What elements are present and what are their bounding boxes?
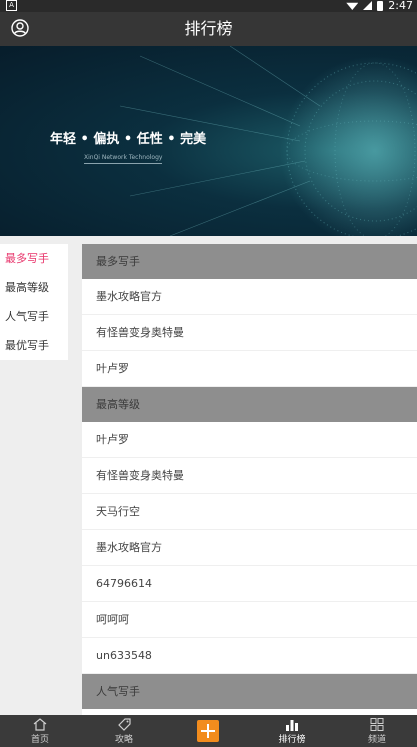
status-time: 2:47 <box>388 0 413 12</box>
battery-icon <box>377 0 384 11</box>
list-item[interactable]: 叶卢罗 <box>82 351 417 387</box>
tab-label: 攻略 <box>114 735 133 745</box>
banner-image[interactable]: 年轻 • 偏执 • 任性 • 完美 XinQi Network Technolo… <box>0 46 417 236</box>
list-item[interactable]: un633548 <box>82 638 417 674</box>
category-sidebar: 最多写手 最高等级 人气写手 最优写手 <box>0 244 68 360</box>
group-header: 人气写手 <box>82 674 417 709</box>
group-header: 最多写手 <box>82 244 417 279</box>
sidebar-item-best-writers[interactable]: 最优写手 <box>0 331 68 360</box>
ranking-list: 最多写手 墨水攻略官方 有怪兽变身奥特曼 叶卢罗 最高等级 叶卢罗 有怪兽变身奥… <box>82 244 417 715</box>
list-item[interactable]: 有怪兽变身奥特曼 <box>82 458 417 494</box>
grid-icon <box>370 718 384 731</box>
banner-subtitle: XinQi Network Technology <box>84 154 163 164</box>
notification-badge: A <box>6 0 17 11</box>
bar-chart-icon <box>286 720 298 731</box>
list-item[interactable]: 64796614 <box>82 566 417 602</box>
bottom-tab-bar: 首页 攻略 排行榜 频道 <box>0 715 417 747</box>
sidebar-item-most-writers[interactable]: 最多写手 <box>0 244 68 273</box>
tag-icon <box>118 718 131 731</box>
add-button[interactable] <box>197 720 219 742</box>
list-item[interactable]: 有怪兽变身奥特曼 <box>82 315 417 351</box>
list-item[interactable]: 墨水攻略官方 <box>82 279 417 315</box>
wifi-icon <box>346 2 359 10</box>
status-icons: 2:47 <box>346 0 413 12</box>
signal-icon <box>363 1 373 10</box>
list-item[interactable]: 呵呵呵 <box>82 602 417 638</box>
group-header: 最高等级 <box>82 387 417 422</box>
home-icon <box>33 718 47 731</box>
tab-home[interactable]: 首页 <box>10 715 70 747</box>
banner-title: 年轻 • 偏执 • 任性 • 完美 <box>50 132 207 147</box>
app-bar: 排行榜 <box>0 12 417 46</box>
tab-label: 频道 <box>367 735 386 745</box>
tab-channels[interactable]: 频道 <box>347 715 407 747</box>
tab-guides[interactable]: 攻略 <box>94 715 154 747</box>
tab-ranking[interactable]: 排行榜 <box>262 715 322 747</box>
sidebar-item-popular-writers[interactable]: 人气写手 <box>0 302 68 331</box>
tab-label: 首页 <box>30 735 49 745</box>
tab-label: 排行榜 <box>278 735 306 745</box>
sidebar-item-highest-level[interactable]: 最高等级 <box>0 273 68 302</box>
page-title: 排行榜 <box>184 19 233 38</box>
list-item[interactable]: 墨水攻略官方 <box>82 530 417 566</box>
status-bar: A 2:47 <box>0 0 417 12</box>
list-item[interactable]: 叶卢罗 <box>82 422 417 458</box>
list-item[interactable]: 天马行空 <box>82 494 417 530</box>
